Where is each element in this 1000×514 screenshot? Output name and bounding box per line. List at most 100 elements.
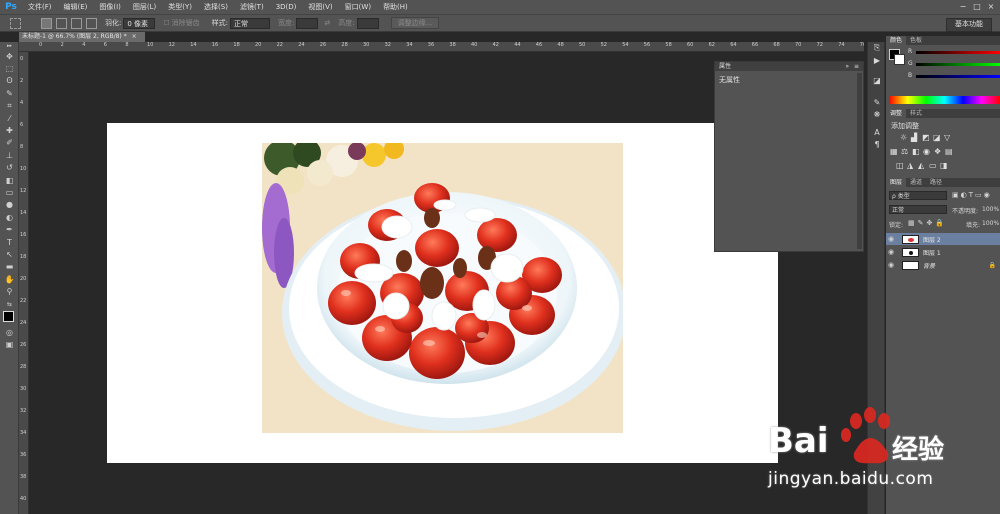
visibility-eye-icon[interactable]: ◉: [886, 248, 896, 256]
collapse-panel-icon[interactable]: »: [845, 62, 849, 71]
color-spectrum-bar[interactable]: [889, 96, 1000, 104]
invert-icon[interactable]: ◫: [896, 162, 904, 170]
gradient-tool-icon[interactable]: ▭: [0, 186, 19, 198]
lasso-tool-icon[interactable]: ʘ: [0, 75, 19, 87]
swap-dimensions-icon[interactable]: ⇄: [324, 19, 330, 27]
menu-help[interactable]: 帮助(H): [377, 2, 414, 12]
green-slider[interactable]: [916, 63, 1000, 66]
black-white-icon[interactable]: ◧: [912, 148, 920, 156]
eraser-tool-icon[interactable]: ◧: [0, 174, 19, 186]
swap-colors-icon[interactable]: ⇆: [0, 298, 19, 310]
fill-input[interactable]: 100%: [982, 220, 999, 227]
screen-mode-icon[interactable]: ▣: [0, 339, 19, 351]
tab-styles[interactable]: 样式: [906, 109, 926, 118]
subtract-selection-icon[interactable]: [71, 17, 82, 29]
red-slider[interactable]: [916, 51, 1000, 54]
pen-tool-icon[interactable]: ✒: [0, 223, 19, 235]
panel-menu-icon[interactable]: ≡: [854, 62, 859, 71]
blue-slider[interactable]: [916, 75, 1000, 78]
workspace-switcher[interactable]: 基本功能: [946, 18, 992, 32]
add-selection-icon[interactable]: [56, 17, 67, 29]
brush-panel-icon[interactable]: ✎: [868, 96, 886, 108]
toolbar-grip-icon[interactable]: ▸▸: [0, 42, 19, 50]
path-selection-tool-icon[interactable]: ↖: [0, 248, 19, 260]
close-window-button[interactable]: ×: [984, 0, 998, 14]
minimize-button[interactable]: −: [956, 0, 970, 14]
new-selection-icon[interactable]: [41, 17, 52, 29]
menu-filter[interactable]: 滤镜(T): [234, 2, 270, 12]
threshold-icon[interactable]: ◭: [918, 162, 926, 170]
vibrance-icon[interactable]: ▽: [944, 134, 952, 142]
menu-file[interactable]: 文件(F): [22, 2, 58, 12]
refine-edge-button[interactable]: 调整边缘...: [390, 17, 440, 29]
tab-paths[interactable]: 路径: [926, 178, 946, 187]
opacity-input[interactable]: 100%: [982, 206, 999, 213]
layer-name[interactable]: 图层 2: [923, 235, 941, 244]
menu-window[interactable]: 窗口(W): [339, 2, 377, 12]
levels-icon[interactable]: ▟: [911, 134, 919, 142]
selective-color-icon[interactable]: ◨: [940, 162, 948, 170]
tab-color[interactable]: 颜色: [886, 36, 907, 45]
layer-name[interactable]: 图层 1: [923, 248, 941, 257]
food-photo-layer[interactable]: [262, 143, 623, 433]
layer-name[interactable]: 背景: [923, 261, 935, 270]
blur-tool-icon[interactable]: ●: [0, 199, 19, 211]
exposure-icon[interactable]: ◪: [933, 134, 941, 142]
maximize-button[interactable]: □: [970, 0, 984, 14]
curves-icon[interactable]: ◩: [922, 134, 930, 142]
rectangular-marquee-tool-icon[interactable]: ⬚: [0, 62, 19, 74]
antialias-checkbox-icon[interactable]: ☐: [163, 19, 169, 27]
quick-mask-icon[interactable]: ◎: [0, 326, 19, 338]
rectangle-tool-icon[interactable]: ▬: [0, 261, 19, 273]
feather-input[interactable]: 0 像素: [123, 17, 156, 29]
actions-panel-icon[interactable]: ▶: [868, 54, 886, 66]
width-input[interactable]: [296, 17, 319, 29]
tab-swatches[interactable]: 色板: [906, 36, 926, 45]
close-tab-icon[interactable]: ×: [132, 33, 137, 40]
lock-icons[interactable]: ▦✎✥🔒: [908, 219, 947, 227]
brush-tool-icon[interactable]: ✐: [0, 137, 19, 149]
hue-saturation-icon[interactable]: ▦: [890, 148, 898, 156]
zoom-tool-icon[interactable]: ⚲: [0, 285, 19, 297]
brightness-contrast-icon[interactable]: ☼: [900, 134, 908, 142]
menu-layer[interactable]: 图层(L): [127, 2, 162, 12]
history-brush-tool-icon[interactable]: ↺: [0, 162, 19, 174]
intersect-selection-icon[interactable]: [86, 17, 97, 29]
color-balance-icon[interactable]: ⚖: [901, 148, 909, 156]
character-panel-icon[interactable]: A: [868, 126, 886, 138]
color-lookup-icon[interactable]: ▤: [945, 148, 953, 156]
type-tool-icon[interactable]: T: [0, 236, 19, 248]
channel-mixer-icon[interactable]: ❖: [934, 148, 942, 156]
layer-row-background[interactable]: ◉ 背景 🔒: [886, 259, 1000, 271]
blend-mode-select[interactable]: 正常: [889, 205, 947, 214]
properties-panel-header[interactable]: 属性 » ≡: [715, 62, 863, 71]
menu-select[interactable]: 选择(S): [198, 2, 234, 12]
document-tab[interactable]: 未标题-1 @ 66.7% (图层 2, RGB/8) * ×: [19, 32, 145, 42]
visibility-eye-icon[interactable]: ◉: [886, 235, 896, 243]
menu-3d[interactable]: 3D(D): [270, 3, 303, 11]
move-tool-icon[interactable]: ✥: [0, 50, 19, 62]
gradient-map-icon[interactable]: ▭: [929, 162, 937, 170]
menu-type[interactable]: 类型(Y): [162, 2, 198, 12]
tab-layers[interactable]: 图层: [886, 178, 907, 187]
color-swatches[interactable]: [0, 310, 19, 327]
photo-filter-icon[interactable]: ◉: [923, 148, 931, 156]
clone-stamp-tool-icon[interactable]: ⊥: [0, 149, 19, 161]
brush-presets-icon[interactable]: ❋: [868, 108, 886, 120]
hand-tool-icon[interactable]: ✋: [0, 273, 19, 285]
panel-background-swatch[interactable]: [894, 54, 905, 65]
style-select[interactable]: 正常: [230, 17, 270, 29]
layer-row-layer1[interactable]: ◉ 图层 1: [886, 246, 1000, 258]
foreground-color-swatch[interactable]: [3, 311, 14, 323]
marquee-tool-preset-icon[interactable]: [10, 17, 21, 29]
posterize-icon[interactable]: ◮: [907, 162, 915, 170]
properties-panel-icon[interactable]: ◪: [868, 74, 886, 86]
layer-filter-select[interactable]: ρ 类型: [889, 191, 947, 200]
tab-adjustments[interactable]: 调整: [886, 109, 907, 118]
tab-channels[interactable]: 通道: [906, 178, 926, 187]
crop-tool-icon[interactable]: ⌗: [0, 100, 19, 112]
menu-view[interactable]: 视图(V): [302, 2, 338, 12]
height-input[interactable]: [356, 17, 379, 29]
properties-scrollbar[interactable]: [857, 73, 862, 249]
visibility-eye-icon[interactable]: ◉: [886, 261, 896, 269]
